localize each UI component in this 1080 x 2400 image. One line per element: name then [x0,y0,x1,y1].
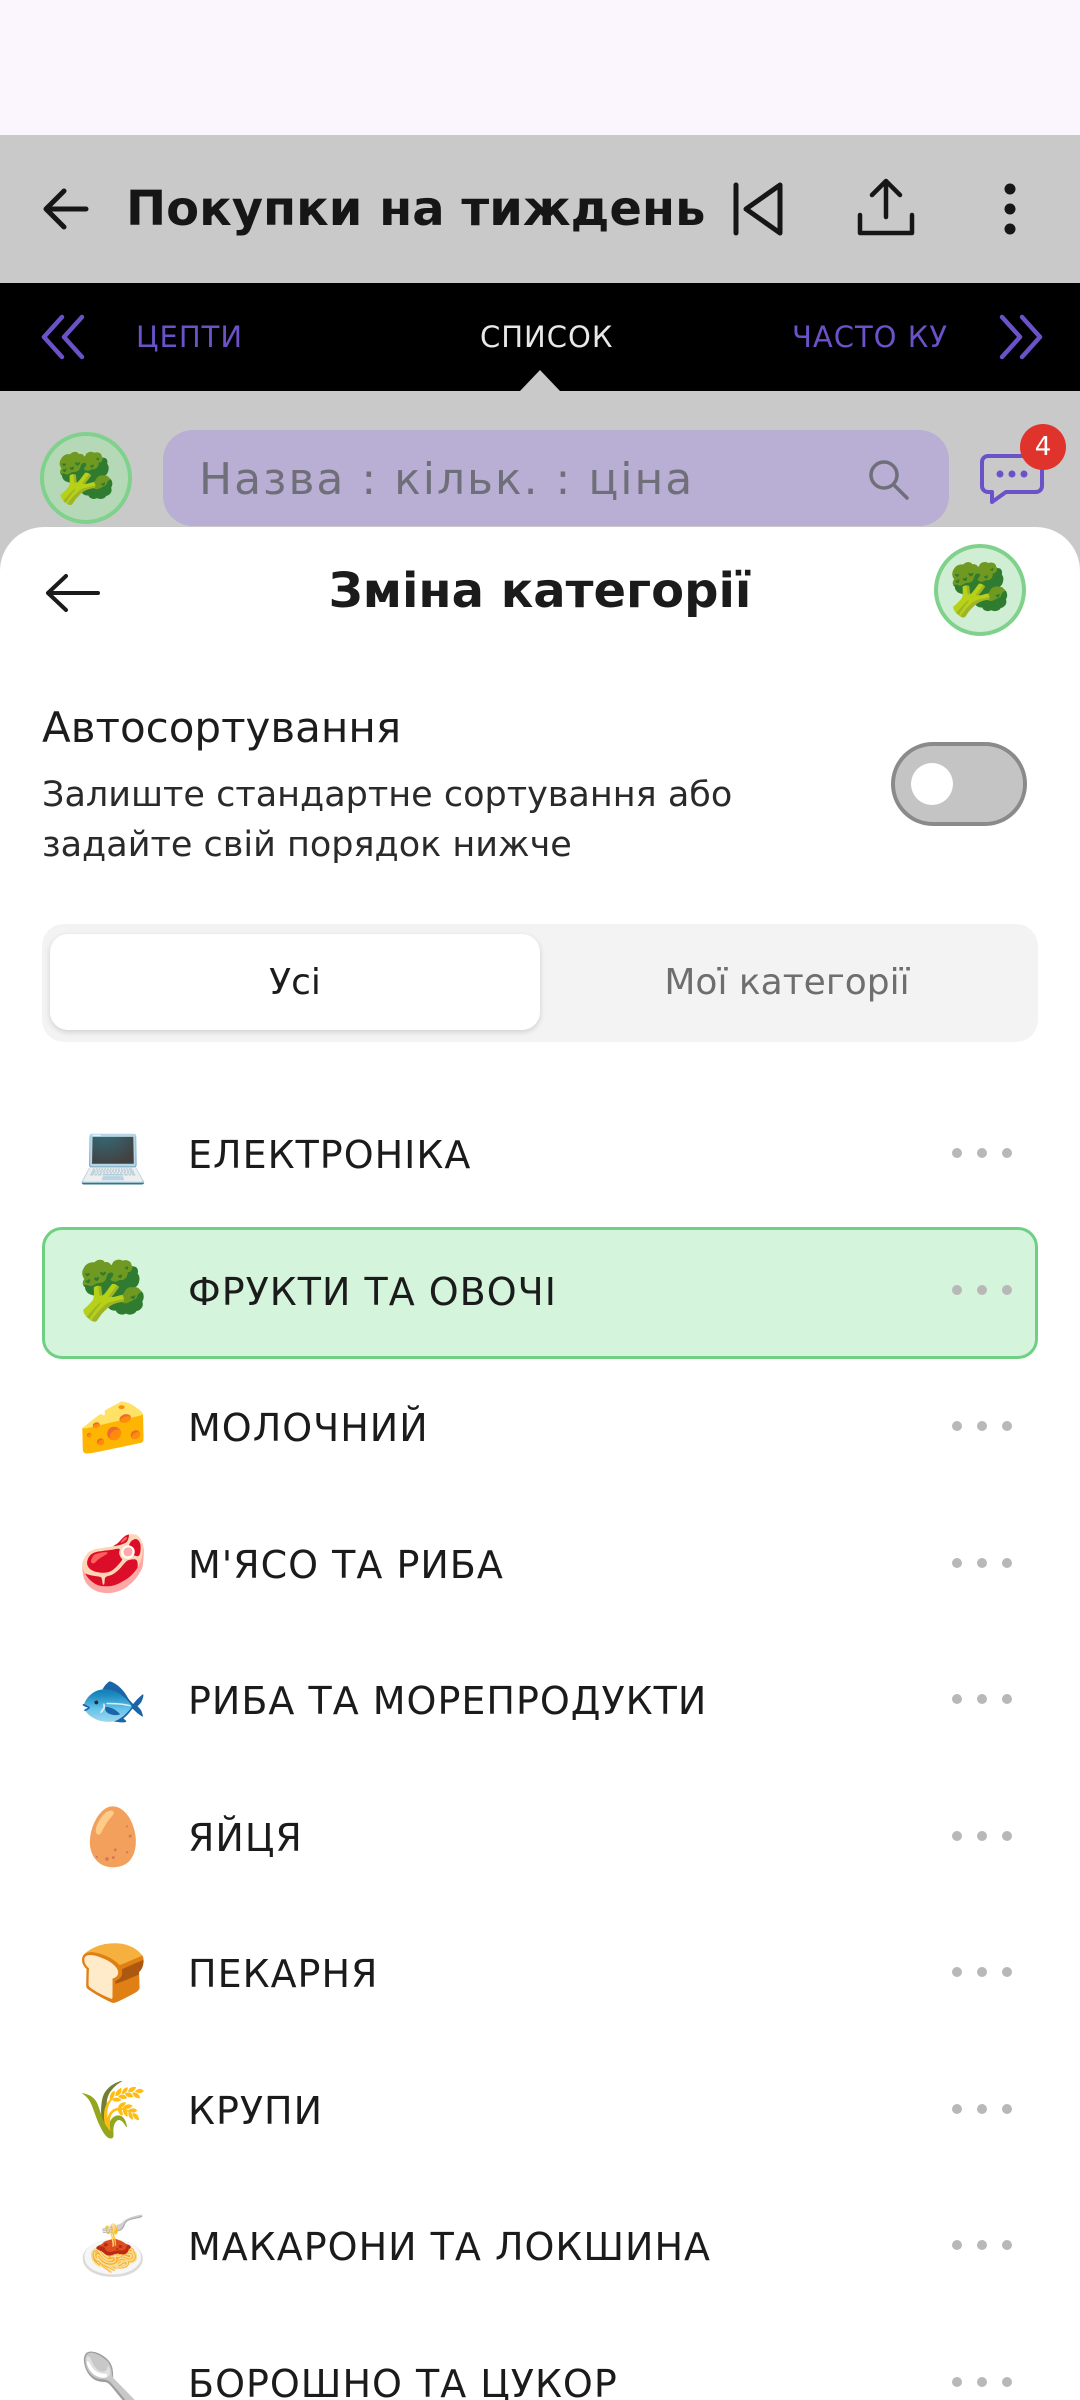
cheese-icon: 🧀 [78,1395,148,1460]
bread-icon: 🍞 [78,1941,148,2006]
category-row[interactable]: 🥩 М'ЯСО ТА РИБА [0,1496,1080,1633]
category-label: КРУПИ [188,2088,324,2133]
category-row[interactable]: 🥄 БОРОШНО ТА ЦУКОР [0,2315,1080,2400]
skip-back-icon[interactable] [724,175,792,243]
category-label: ЕЛЕКТРОНІКА [188,1133,472,1177]
more-vertical-icon[interactable] [976,175,1044,243]
category-row[interactable]: 🍝 МАКАРОНИ ТА ЛОКШИНА [0,2178,1080,2315]
double-chevron-right-icon[interactable] [992,309,1048,365]
grain-icon: 🌾 [78,2077,148,2143]
spoon-icon: 🥄 [78,2350,148,2400]
pasta-icon: 🍝 [78,2214,148,2279]
more-horizontal-icon[interactable] [950,1967,1014,1979]
auto-sort-toggle[interactable] [891,742,1027,826]
laptop-icon: 💻 [78,1122,148,1187]
category-label: БОРОШНО ТА ЦУКОР [188,2361,618,2400]
category-row[interactable]: 🍞 ПЕКАРНЯ [0,1905,1080,2042]
selected-category-avatar: 🥦 [934,544,1026,636]
more-horizontal-icon[interactable] [950,1284,1014,1297]
tab-receipts[interactable]: ЦЕПТИ [136,319,243,355]
category-label: ФРУКТИ ТА ОВОЧІ [188,1269,557,1314]
category-row-selected[interactable]: 🥦 ФРУКТИ ТА ОВОЧІ [0,1223,1080,1360]
toggle-knob [911,763,953,805]
category-row[interactable]: 💻 ЕЛЕКТРОНІКА [0,1086,1080,1223]
category-filter-segment: Усі Мої категорії [42,924,1038,1042]
share-icon[interactable] [852,175,920,243]
category-label: РИБА ТА МОРЕПРОДУКТИ [188,1679,708,1723]
tab-frequent[interactable]: ЧАСТО КУП [792,319,948,355]
category-label: ПЕКАРНЯ [188,1952,379,1996]
category-avatar[interactable]: 🥦 [40,432,132,524]
chat-badge: 4 [1020,424,1066,470]
egg-icon: 🥚 [78,1804,148,1870]
meat-icon: 🥩 [78,1531,148,1597]
more-horizontal-icon[interactable] [950,1694,1014,1706]
category-row[interactable]: 🐟 РИБА ТА МОРЕПРОДУКТИ [0,1632,1080,1769]
active-tab-indicator [520,370,560,391]
category-label: ЯЙЦЯ [188,1815,303,1860]
page-title: Покупки на тиждень [126,181,706,237]
arrow-left-icon[interactable] [34,177,98,241]
broccoli-icon: 🥦 [78,1258,148,1324]
category-row[interactable]: 🧀 МОЛОЧНИЙ [0,1359,1080,1496]
more-horizontal-icon[interactable] [950,2376,1014,2389]
segment-my-categories[interactable]: Мої категорії [542,934,1032,1030]
more-horizontal-icon[interactable] [950,1830,1014,1843]
auto-sort-description: Залиште стандартне сортування або задайт… [42,775,733,865]
more-horizontal-icon[interactable] [950,1148,1014,1160]
category-row[interactable]: 🌾 КРУПИ [0,2042,1080,2179]
search-input[interactable]: Назва : кільк. : ціна [163,430,949,526]
fish-icon: 🐟 [78,1668,148,1733]
category-label: М'ЯСО ТА РИБА [188,1542,504,1587]
category-label: МАКАРОНИ ТА ЛОКШИНА [188,2225,712,2269]
segment-all[interactable]: Усі [50,934,540,1030]
status-bar [0,0,1080,135]
category-row[interactable]: 🥚 ЯЙЦЯ [0,1769,1080,1906]
search-placeholder: Назва : кільк. : ціна [199,454,695,505]
more-horizontal-icon[interactable] [950,2240,1014,2252]
search-icon [869,460,909,500]
more-horizontal-icon[interactable] [950,1557,1014,1570]
category-list: 💻 ЕЛЕКТРОНІКА 🥦 ФРУКТИ ТА ОВОЧІ 🧀 МОЛОЧН… [0,1086,1080,2400]
sheet-title: Зміна категорії [328,563,752,619]
tab-list[interactable]: СПИСОК [480,319,613,355]
app-bar: Покупки на тиждень [0,135,1080,283]
double-chevron-left-icon[interactable] [36,309,92,365]
more-horizontal-icon[interactable] [950,2103,1014,2116]
auto-sort-title: Автосортування [42,703,402,752]
category-label: МОЛОЧНИЙ [188,1406,429,1450]
more-horizontal-icon[interactable] [950,1421,1014,1433]
